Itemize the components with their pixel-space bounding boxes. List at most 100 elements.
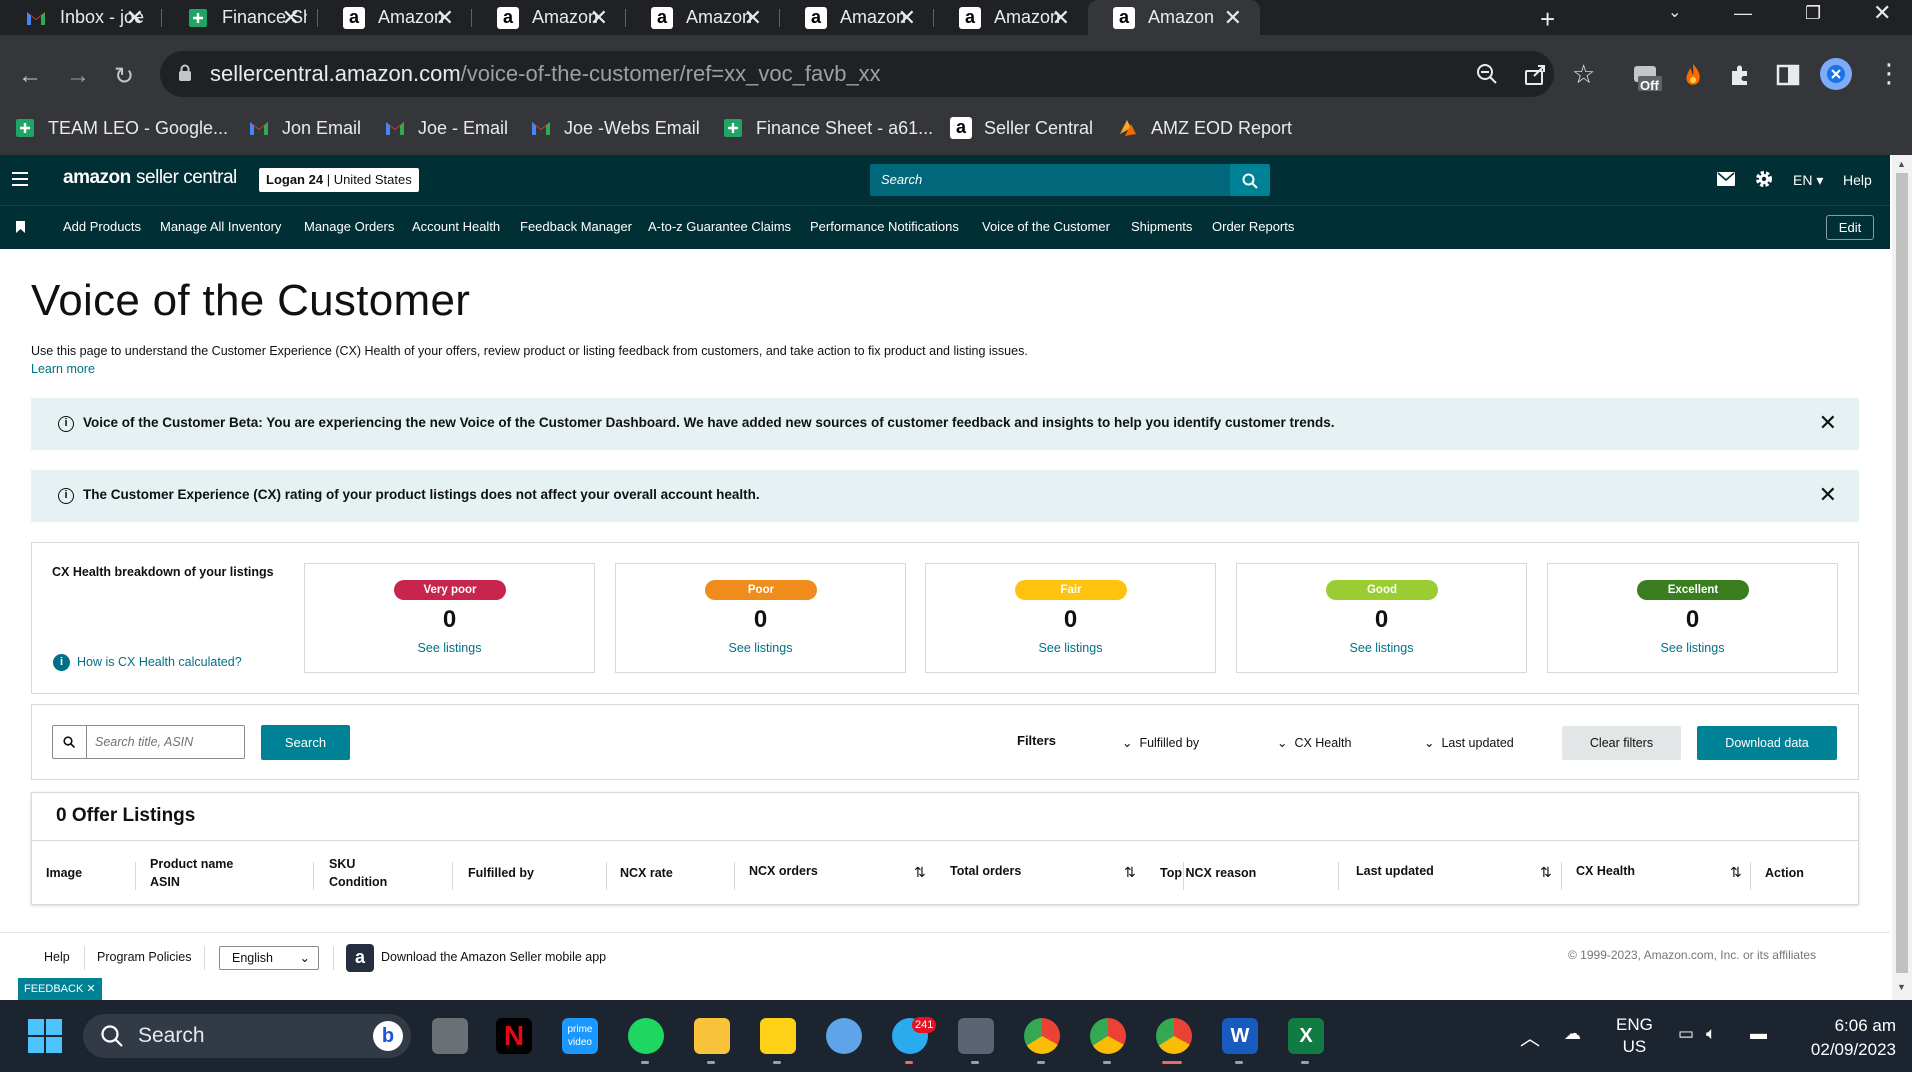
browser-tab[interactable]: a Amazon ✕	[626, 0, 780, 35]
word-icon[interactable]: W	[1222, 1018, 1258, 1054]
browser-tab[interactable]: a Amazon ✕	[318, 0, 472, 35]
close-tab-icon[interactable]: ✕	[590, 5, 608, 31]
bookmark-item[interactable]: Finance Sheet - a61...	[722, 115, 933, 141]
paint-icon[interactable]	[826, 1018, 862, 1054]
column-header[interactable]: SKU Condition	[329, 855, 387, 891]
battery-icon[interactable]: ▬	[1750, 1024, 1767, 1044]
nav-item[interactable]: Manage All Inventory	[160, 219, 281, 234]
cx-health-filter[interactable]: ⌄ CX Health	[1277, 735, 1351, 750]
browser-tab[interactable]: a Amazon ✕	[934, 0, 1088, 35]
nav-item[interactable]: A-to-z Guarantee Claims	[648, 219, 791, 234]
nav-item[interactable]: Shipments	[1131, 219, 1192, 234]
nav-item[interactable]: Feedback Manager	[520, 219, 632, 234]
last-updated-filter[interactable]: ⌄ Last updated	[1424, 735, 1514, 750]
bookmark-item[interactable]: a Seller Central	[950, 115, 1093, 141]
close-tab-icon[interactable]: ✕	[126, 5, 144, 31]
column-header[interactable]: NCX rate	[620, 864, 673, 882]
bookmark-icon[interactable]	[16, 221, 25, 233]
bookmark-item[interactable]: Joe - Email	[384, 115, 508, 141]
nav-item[interactable]: Performance Notifications	[810, 219, 959, 234]
nav-item[interactable]: Manage Orders	[304, 219, 394, 234]
scroll-down-icon[interactable]: ▼	[1897, 982, 1906, 992]
task-view-icon[interactable]	[432, 1018, 468, 1054]
chrome-icon[interactable]	[1090, 1018, 1126, 1054]
side-panel-icon[interactable]	[1776, 63, 1800, 87]
close-tab-icon[interactable]: ✕	[898, 5, 916, 31]
sort-icon[interactable]: ⇅	[1730, 864, 1742, 881]
download-data-button[interactable]: Download data	[1697, 726, 1837, 760]
see-listings-link[interactable]: See listings	[1237, 641, 1526, 655]
network-icon[interactable]: ▭	[1678, 1024, 1694, 1044]
new-tab-button[interactable]: +	[1540, 4, 1555, 35]
column-header[interactable]: CX Health	[1576, 862, 1635, 880]
amazon-seller-app-icon[interactable]: a	[346, 944, 374, 972]
learn-more-link[interactable]: Learn more	[31, 362, 95, 376]
chrome-icon[interactable]	[1156, 1018, 1192, 1054]
help-link[interactable]: Help	[1843, 172, 1872, 188]
chrome-menu-icon[interactable]: ⋮	[1876, 58, 1902, 89]
bookmark-item[interactable]: TEAM LEO - Google...	[14, 115, 228, 141]
nav-item[interactable]: Voice of the Customer	[982, 219, 1110, 234]
calculator-icon[interactable]	[958, 1018, 994, 1054]
close-alert-button[interactable]: ✕	[1819, 482, 1837, 508]
windows-start-icon[interactable]	[27, 1018, 63, 1054]
language-dropdown[interactable]: English ⌄	[219, 946, 319, 970]
column-header[interactable]: Top NCX reason	[1160, 864, 1256, 882]
download-app-link[interactable]: Download the Amazon Seller mobile app	[381, 950, 606, 964]
header-search-button[interactable]	[1230, 164, 1270, 196]
nav-item[interactable]: Add Products	[63, 219, 141, 234]
zoom-icon[interactable]	[1476, 63, 1498, 85]
browser-tab[interactable]: a Amazon ✕	[780, 0, 934, 35]
column-header[interactable]: Action	[1765, 864, 1804, 882]
hamburger-menu-icon[interactable]	[12, 172, 30, 186]
close-window-button[interactable]: ✕	[1873, 0, 1891, 26]
how-calculated-link[interactable]: How is CX Health calculated?	[77, 655, 242, 669]
tab-search-chevron-icon[interactable]: ⌄	[1668, 2, 1681, 22]
back-icon[interactable]: ←	[18, 62, 42, 90]
clock[interactable]: 6:06 am 02/09/2023	[1796, 1014, 1896, 1062]
forward-icon[interactable]: →	[66, 62, 90, 90]
language-indicator[interactable]: ENG US	[1616, 1014, 1653, 1058]
program-policies-link[interactable]: Program Policies	[97, 950, 191, 964]
see-listings-link[interactable]: See listings	[1548, 641, 1837, 655]
share-icon[interactable]	[1524, 62, 1548, 86]
feedback-button[interactable]: FEEDBACK ✕	[18, 978, 102, 1001]
browser-tab[interactable]: Inbox - joe ✕	[0, 0, 162, 35]
fulfilled-by-filter[interactable]: ⌄ Fulfilled by	[1122, 735, 1199, 750]
show-hidden-icons-chevron-icon[interactable]: ︿	[1520, 1022, 1540, 1051]
prime-video-icon[interactable]: prime video	[562, 1018, 598, 1054]
close-icon[interactable]: ✕	[86, 983, 95, 995]
url-text[interactable]: sellercentral.amazon.com/voice-of-the-cu…	[210, 61, 881, 87]
browser-tab[interactable]: a Amazon ✕	[1088, 0, 1260, 35]
close-alert-button[interactable]: ✕	[1819, 410, 1837, 436]
close-tab-icon[interactable]: ✕	[436, 5, 454, 31]
restore-button[interactable]: ❐	[1805, 3, 1821, 24]
column-header[interactable]: Fulfilled by	[468, 864, 534, 882]
netflix-icon[interactable]: N	[496, 1018, 532, 1054]
sticky-notes-icon[interactable]	[760, 1018, 796, 1054]
sort-icon[interactable]: ⇅	[1124, 864, 1136, 881]
bookmark-star-icon[interactable]: ☆	[1572, 59, 1595, 90]
column-header[interactable]: NCX orders	[749, 862, 818, 880]
sort-icon[interactable]: ⇅	[914, 864, 926, 881]
nav-item[interactable]: Account Health	[412, 219, 500, 234]
file-explorer-icon[interactable]	[694, 1018, 730, 1054]
bookmark-item[interactable]: Joe -Webs Email	[530, 115, 700, 141]
profile-avatar-icon[interactable]	[1820, 58, 1852, 90]
see-listings-link[interactable]: See listings	[616, 641, 905, 655]
close-tab-icon[interactable]: ✕	[1224, 5, 1242, 31]
clear-filters-button[interactable]: Clear filters	[1562, 726, 1681, 760]
mail-icon[interactable]	[1717, 172, 1735, 186]
fire-extension-icon[interactable]	[1681, 62, 1705, 88]
search-button[interactable]: Search	[261, 725, 350, 760]
close-tab-icon[interactable]: ✕	[282, 5, 300, 31]
browser-tab[interactable]: Finance She✕	[162, 0, 318, 35]
column-header[interactable]: Total orders	[950, 862, 1021, 880]
chrome-icon[interactable]	[1024, 1018, 1060, 1054]
listing-search-input[interactable]: Search title, ASIN	[52, 725, 245, 759]
column-header[interactable]: Image	[46, 864, 82, 882]
column-header[interactable]: Product name ASIN	[150, 855, 233, 891]
onedrive-cloud-icon[interactable]: ☁	[1564, 1024, 1581, 1044]
bing-icon[interactable]: b	[373, 1021, 403, 1051]
see-listings-link[interactable]: See listings	[926, 641, 1215, 655]
